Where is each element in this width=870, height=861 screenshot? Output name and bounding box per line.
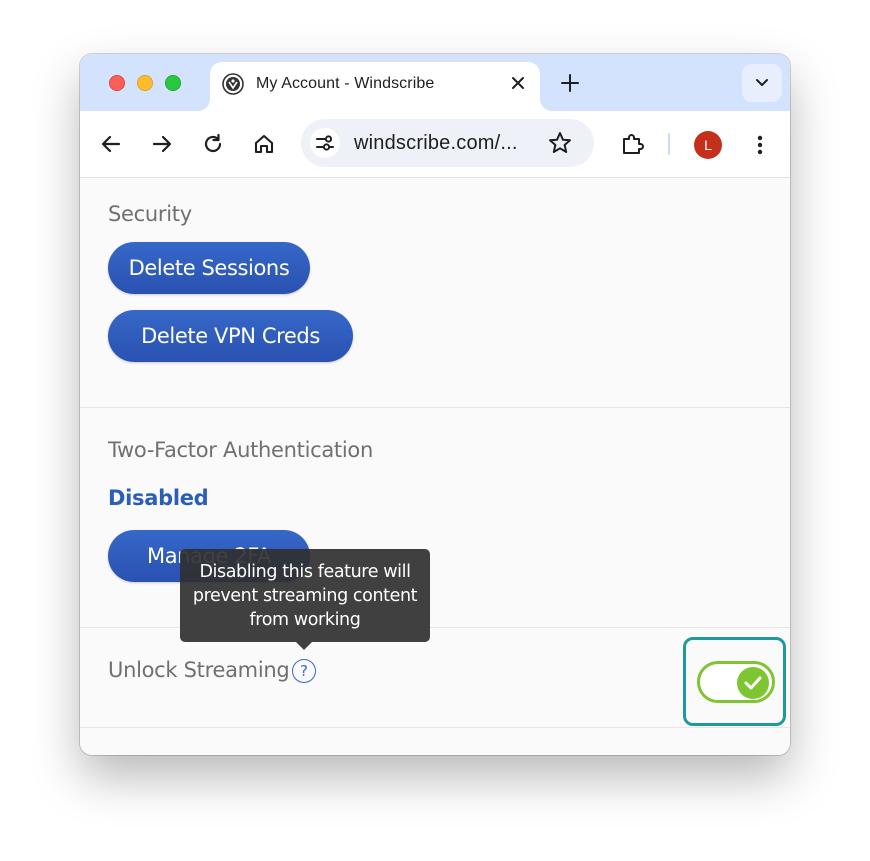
window-close-button[interactable] — [109, 75, 125, 91]
bookmark-star-icon[interactable] — [547, 130, 573, 156]
tune-icon — [316, 135, 334, 151]
unlock-streaming-toggle[interactable] — [697, 661, 775, 703]
unlock-streaming-label: Unlock Streaming — [108, 658, 290, 682]
security-heading: Security — [108, 202, 192, 226]
checkmark-icon — [744, 676, 762, 690]
close-icon[interactable] — [510, 75, 526, 91]
help-question-icon[interactable]: ? — [292, 659, 316, 683]
streaming-tooltip: Disabling this feature will prevent stre… — [180, 549, 430, 642]
two-factor-status: Disabled — [108, 486, 209, 510]
two-factor-heading: Two-Factor Authentication — [108, 438, 373, 462]
toggle-knob — [737, 667, 769, 699]
browser-window: My Account - Windscribe windscribe.com/.… — [80, 54, 790, 755]
tab-search-button[interactable] — [742, 64, 782, 102]
tab-strip: My Account - Windscribe — [80, 54, 790, 111]
section-divider — [80, 407, 790, 408]
plus-icon[interactable] — [559, 72, 581, 94]
tooltip-arrow — [296, 642, 312, 650]
section-divider — [80, 727, 790, 728]
profile-avatar[interactable]: L — [694, 131, 722, 159]
browser-toolbar: windscribe.com/... L — [80, 111, 790, 178]
home-icon[interactable] — [250, 130, 278, 158]
address-bar[interactable]: windscribe.com/... — [301, 119, 594, 167]
toolbar-separator — [668, 133, 670, 155]
account-page-content: Security Delete Sessions Delete VPN Cred… — [80, 178, 790, 755]
forward-arrow-icon[interactable] — [148, 130, 176, 158]
tab-my-account[interactable]: My Account - Windscribe — [210, 62, 540, 111]
more-vertical-icon[interactable] — [750, 131, 770, 159]
reload-icon[interactable] — [199, 130, 227, 158]
delete-vpn-creds-button[interactable]: Delete VPN Creds — [108, 310, 353, 362]
back-arrow-icon[interactable] — [97, 130, 125, 158]
window-zoom-button[interactable] — [165, 75, 181, 91]
window-minimize-button[interactable] — [137, 75, 153, 91]
address-url: windscribe.com/... — [354, 132, 518, 154]
tab-title: My Account - Windscribe — [256, 75, 435, 92]
windscribe-logo-icon — [222, 73, 244, 95]
delete-sessions-button[interactable]: Delete Sessions — [108, 242, 310, 294]
site-info-button[interactable] — [310, 128, 340, 158]
chevron-down-icon — [756, 79, 768, 86]
extensions-puzzle-icon[interactable] — [618, 130, 646, 158]
